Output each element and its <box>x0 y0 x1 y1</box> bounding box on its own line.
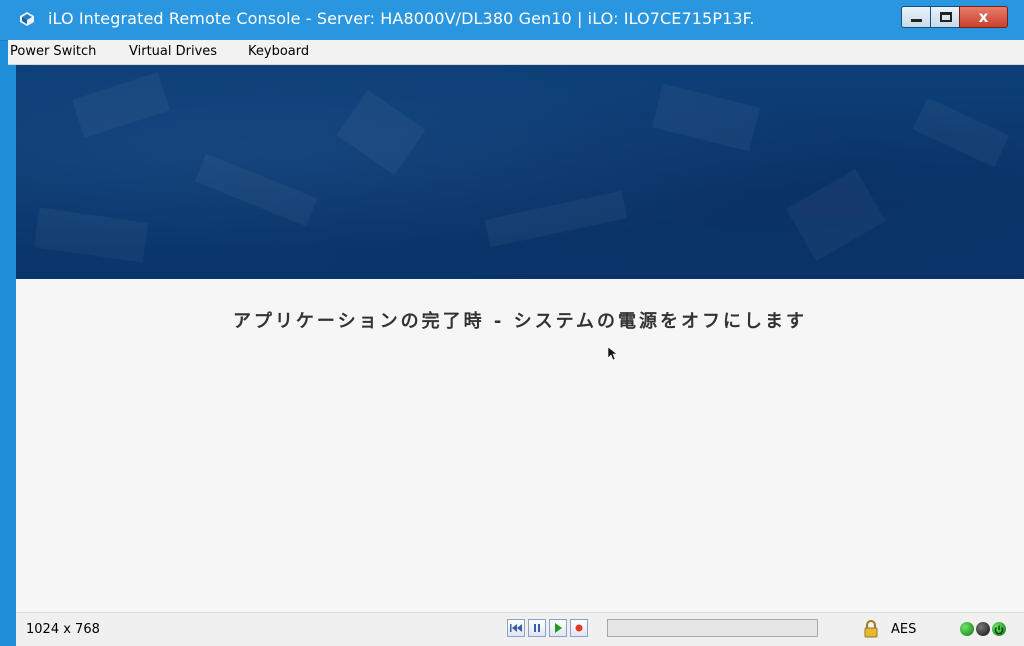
record-button[interactable] <box>570 619 588 637</box>
screen-resolution: 1024 x 768 <box>26 622 100 637</box>
pause-button[interactable] <box>528 619 546 637</box>
close-icon: x <box>978 8 989 26</box>
menu-virtual-drives[interactable]: Virtual Drives <box>129 44 217 59</box>
header-banner <box>16 65 1024 279</box>
close-button[interactable]: x <box>959 6 1008 28</box>
play-icon <box>555 623 562 633</box>
minimize-icon <box>911 19 922 22</box>
power-status-icon[interactable] <box>992 622 1006 636</box>
status-bar: 1024 x 768 AES <box>16 612 1024 646</box>
skip-to-start-button[interactable] <box>507 619 525 637</box>
playback-progress-bar[interactable] <box>607 619 818 637</box>
mouse-cursor-icon <box>608 347 618 361</box>
maximize-button[interactable] <box>930 6 960 28</box>
menu-bar: Power Switch Virtual Drives Keyboard <box>8 40 1024 65</box>
status-green-icon <box>960 622 974 636</box>
power-off-message: アプリケーションの完了時 - システムの電源をオフにします <box>232 311 808 332</box>
encryption-label: AES <box>891 622 917 637</box>
minimize-button[interactable] <box>901 6 931 28</box>
ilo-app-icon <box>20 12 34 26</box>
maximize-icon <box>940 12 952 22</box>
menu-keyboard[interactable]: Keyboard <box>248 44 309 59</box>
remote-console-screen[interactable]: アプリケーションの完了時 - システムの電源をオフにします <box>16 65 1024 612</box>
window-title: iLO Integrated Remote Console - Server: … <box>48 9 755 28</box>
status-black-icon <box>976 622 990 636</box>
skip-to-start-icon <box>510 624 522 632</box>
record-icon <box>575 624 583 632</box>
pause-icon <box>534 624 540 632</box>
power-icon <box>994 625 1004 635</box>
menu-power-switch[interactable]: Power Switch <box>10 44 96 59</box>
play-button[interactable] <box>549 619 567 637</box>
lock-icon <box>864 620 878 638</box>
title-bar[interactable]: iLO Integrated Remote Console - Server: … <box>0 0 1024 41</box>
